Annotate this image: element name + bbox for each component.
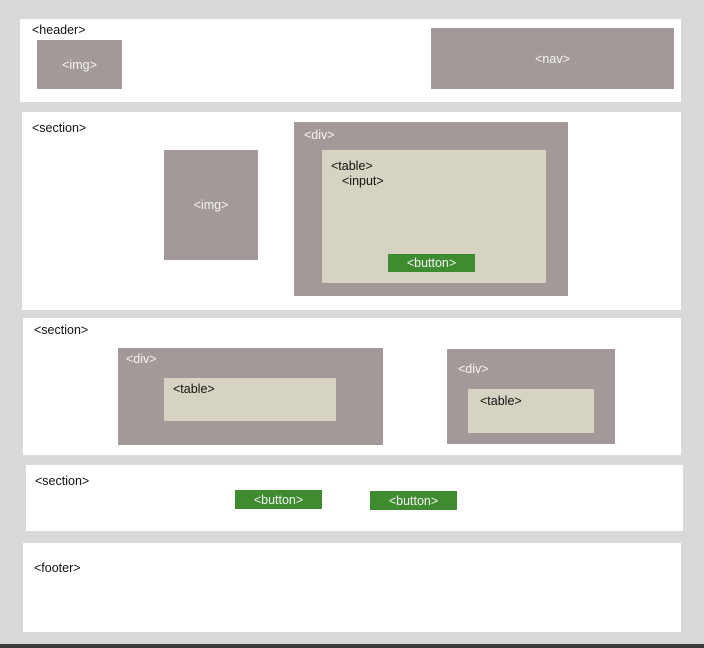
section-1-button[interactable]: <button>	[388, 254, 475, 272]
header-img-label: <img>	[62, 57, 97, 72]
section-2-table-1-label: <table>	[173, 382, 215, 396]
section-2-tag-label: <section>	[34, 323, 89, 337]
section-3-tag-label: <section>	[35, 474, 90, 488]
section-3-button-2[interactable]: <button>	[370, 491, 457, 510]
section-3-block: <section> <button> <button>	[26, 465, 683, 531]
section-2-div-1-block: <div> <table>	[118, 348, 383, 445]
section-2-div-1-label: <div>	[126, 352, 157, 366]
section-1-input-label: <input>	[342, 174, 384, 188]
section-1-table-block: <table> <input> <button>	[322, 150, 546, 283]
section-3-button-1[interactable]: <button>	[235, 490, 322, 509]
header-tag-label: <header>	[32, 23, 86, 37]
header-block: <header> <img> <nav>	[20, 19, 681, 102]
section-1-img-block: <img>	[164, 150, 258, 260]
section-2-table-2-label: <table>	[480, 394, 522, 408]
section-1-table-label: <table>	[331, 159, 373, 173]
section-2-block: <section> <div> <table> <div> <table>	[23, 318, 681, 455]
section-1-div-label: <div>	[304, 128, 335, 142]
section-1-img-label: <img>	[193, 198, 229, 212]
footer-block: <footer>	[23, 543, 681, 632]
section-2-div-2-block: <div> <table>	[447, 349, 615, 444]
section-2-table-2-block: <table>	[468, 389, 594, 433]
section-2-table-1-block: <table>	[164, 378, 336, 421]
nav-label: <nav>	[535, 51, 570, 66]
footer-tag-label: <footer>	[34, 561, 81, 575]
section-2-div-2-label: <div>	[458, 362, 489, 376]
header-img-block: <img>	[37, 40, 122, 89]
section-1-tag-label: <section>	[32, 121, 87, 135]
section-1-div-block: <div> <table> <input> <button>	[294, 122, 568, 296]
section-1-block: <section> <img> <div> <table> <input> <b…	[22, 112, 681, 310]
nav-block: <nav>	[431, 28, 674, 89]
bottom-edge-divider	[0, 644, 704, 648]
